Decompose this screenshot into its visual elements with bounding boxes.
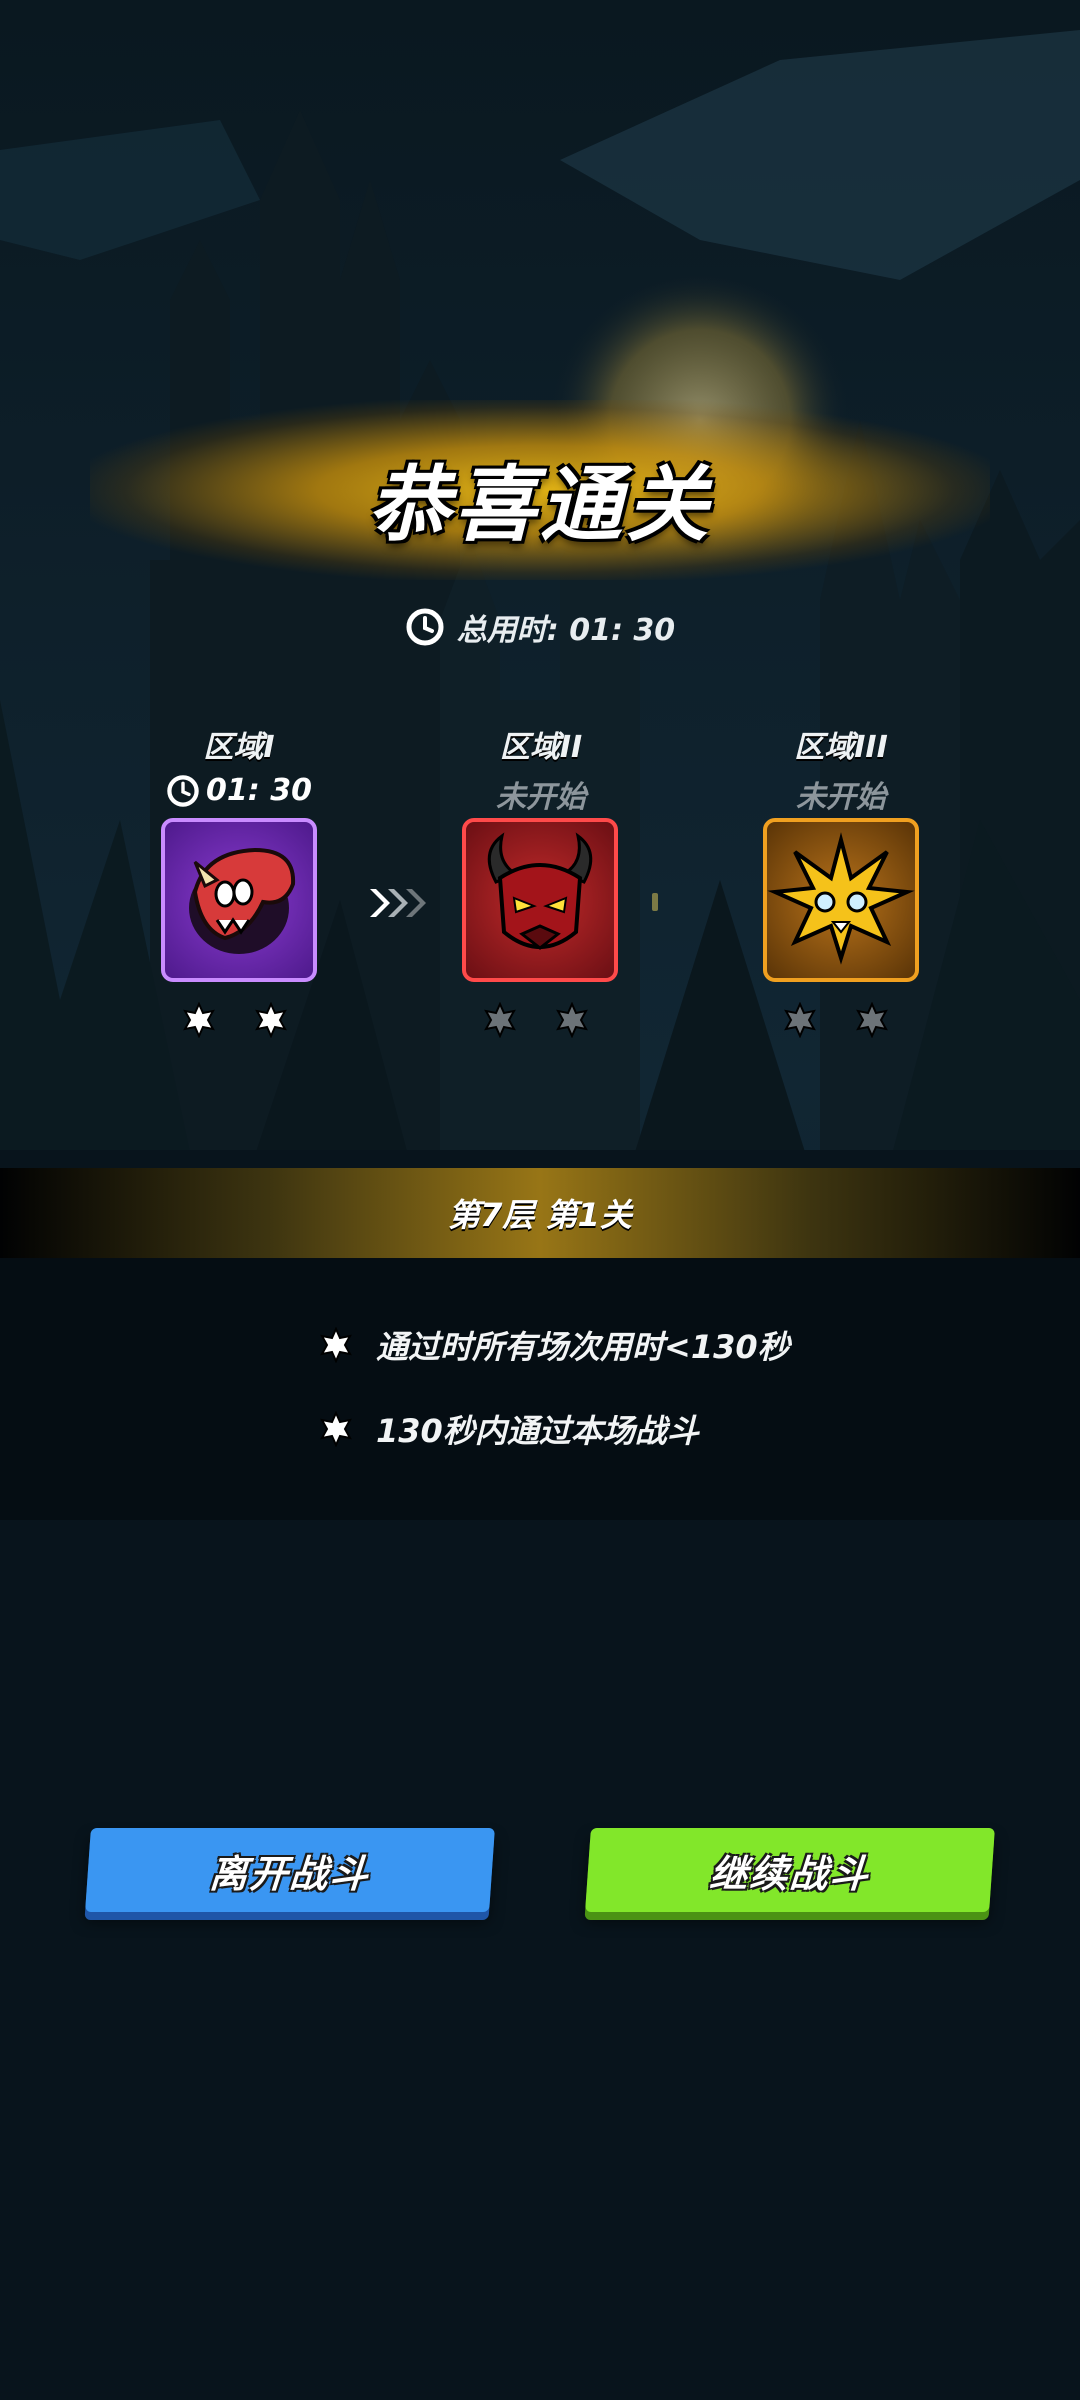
- condition-item: 通过时所有场次用时<130秒: [318, 1322, 790, 1368]
- clock-icon: [406, 608, 444, 646]
- zone-1-boss-portrait[interactable]: [161, 818, 317, 982]
- zone-1-stars: [181, 1002, 289, 1038]
- floor-label: 第7层 第1关: [448, 1196, 632, 1234]
- zone-status: 未开始: [496, 780, 586, 815]
- continue-battle-button[interactable]: 继续战斗: [585, 1828, 995, 1912]
- zone-2-header: 区域II 未开始: [441, 722, 641, 816]
- zone-3-header: 区域III 未开始: [741, 722, 941, 816]
- star-earned-icon: [320, 1327, 352, 1363]
- horned-beast-icon: [189, 847, 296, 954]
- condition-text: 130秒内通过本场战斗: [376, 1412, 699, 1450]
- condition-item: 130秒内通过本场战斗: [318, 1406, 699, 1452]
- zone-name: 区域II: [499, 730, 583, 765]
- star-unearned-icon: [556, 1002, 588, 1038]
- star-unearned-icon: [784, 1002, 816, 1038]
- zone-1-header: 区域I 01: 30: [139, 722, 339, 808]
- star-earned-icon: [183, 1002, 215, 1038]
- zone-name: 区域III: [794, 730, 888, 765]
- condition-text: 通过时所有场次用时<130秒: [376, 1328, 790, 1366]
- zone-time: 01: 30: [139, 772, 339, 808]
- zone-3-stars: [782, 1002, 890, 1038]
- clock-icon: [167, 774, 199, 807]
- zone-name: 区域I: [203, 730, 275, 765]
- victory-title: 恭喜通关: [368, 458, 712, 553]
- zone-2-boss-portrait[interactable]: [462, 818, 618, 982]
- zone-status: 未开始: [796, 780, 886, 815]
- total-time-label: 总用时: 01: 30: [456, 613, 676, 648]
- star-conditions-panel: [0, 1258, 1080, 1520]
- zone-3-boss-portrait[interactable]: [763, 818, 919, 982]
- star-unearned-icon: [856, 1002, 888, 1038]
- path-marker: [652, 893, 658, 911]
- zone-time-value: 01: 30: [206, 773, 312, 808]
- zone-2-stars: [482, 1002, 590, 1038]
- star-earned-icon: [255, 1002, 287, 1038]
- demon-mask-icon: [487, 832, 593, 950]
- spiky-creature-icon: [767, 832, 915, 965]
- leave-battle-button[interactable]: 离开战斗: [85, 1828, 495, 1912]
- progress-arrows-icon: [370, 889, 426, 917]
- star-unearned-icon: [484, 1002, 516, 1038]
- star-earned-icon: [320, 1411, 352, 1447]
- total-time: 总用时: 01: 30: [0, 605, 1080, 649]
